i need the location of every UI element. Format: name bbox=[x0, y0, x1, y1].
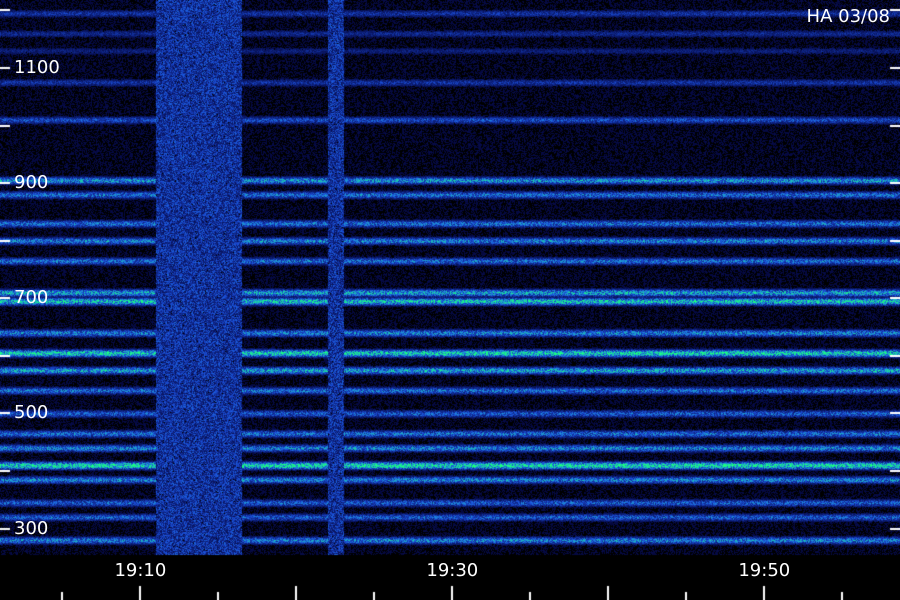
y-tick-label: 500 bbox=[14, 402, 49, 424]
chart-title: HA 03/08 bbox=[806, 6, 890, 27]
y-tick-label: 1100 bbox=[14, 56, 60, 78]
y-tick-label: 300 bbox=[14, 517, 49, 539]
x-tick-label: 19:10 bbox=[114, 560, 167, 581]
x-tick-label: 19:50 bbox=[738, 560, 791, 581]
y-tick-label: 900 bbox=[14, 172, 49, 194]
x-tick-label: 19:30 bbox=[426, 560, 479, 581]
spectrogram-heatmap bbox=[0, 0, 900, 600]
y-tick-label: 700 bbox=[14, 287, 49, 309]
